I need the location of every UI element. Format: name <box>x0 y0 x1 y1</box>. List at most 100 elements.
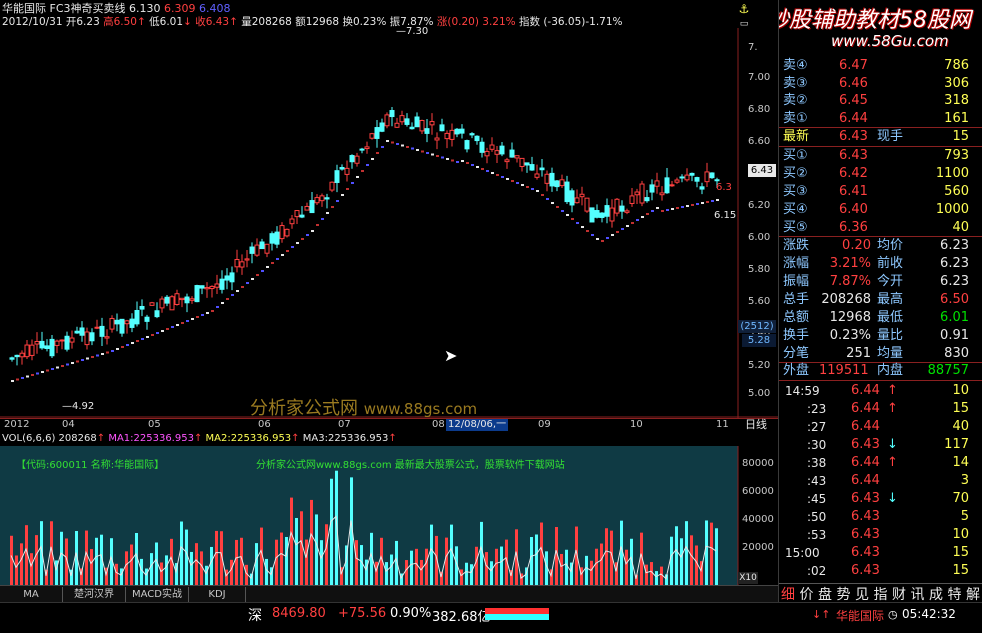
market-change: +75.56 <box>338 606 387 621</box>
tick-time: :30 <box>807 438 827 452</box>
ask-volume: 318 <box>944 93 969 108</box>
tab-kdj[interactable]: KDJ <box>189 587 246 602</box>
outer-label: 外盘 <box>783 363 810 378</box>
tick-price: 6.43 <box>851 545 880 560</box>
arrow-down-icon: ↓ <box>887 437 898 452</box>
stat-label: 量比 <box>877 328 904 343</box>
right-tab[interactable]: 成 <box>929 584 943 604</box>
stat-value: 251 <box>846 346 871 361</box>
anchor-icon[interactable]: ⚓ <box>736 2 752 16</box>
right-tab[interactable]: 细 <box>781 584 795 604</box>
volume-axis-label: 20000 <box>742 542 774 553</box>
watermark-site: 分析家公式网 <box>250 398 358 419</box>
market-index: 8469.80 <box>272 606 326 621</box>
right-tab[interactable]: 财 <box>892 584 906 604</box>
bid-row: 买④ 6.40 1000 <box>779 201 982 219</box>
period-label[interactable]: 日线 <box>745 419 767 431</box>
right-tab[interactable]: 解 <box>966 584 980 604</box>
quote-info-line: 2012/10/31 开6.23 高6.50↑ 低6.01↓ 收6.43↑ 量2… <box>2 16 623 28</box>
tick-price: 6.43 <box>851 563 880 578</box>
time-axis-label: 10 <box>630 419 643 430</box>
status-time: 05:42:32 <box>902 607 956 621</box>
info-index-pct: -1.71% <box>585 16 623 28</box>
right-tab[interactable]: 价 <box>800 584 814 604</box>
right-tabs: 细价盘势见指财讯成特解 <box>779 583 982 604</box>
mouse-pointer-icon: ➤ <box>444 346 458 365</box>
tick-price: 6.43 <box>851 509 880 524</box>
tick-price: 6.44 <box>851 455 880 470</box>
bid-volume: 793 <box>944 148 969 163</box>
stat-value: 0.20 <box>842 238 871 253</box>
tick-row: 15:00 6.43 15 <box>779 544 982 562</box>
tick-time: :27 <box>807 420 827 434</box>
stat-value: 830 <box>944 346 969 361</box>
right-tab[interactable]: 讯 <box>911 584 925 604</box>
ask-price: 6.45 <box>839 93 868 108</box>
status-bar: 深 8469.80 +75.56 0.90% 382.68亿 ↓↑ 华能国际 ◷… <box>0 602 982 633</box>
price-axis-label: 5.80 <box>748 264 771 275</box>
ask-price: 6.44 <box>839 110 868 126</box>
ad-banner[interactable]: 炒股辅助教材58股网 www.58Gu.com <box>779 0 982 56</box>
price-axis-label: 6.00 <box>748 232 771 243</box>
stat-value: 7.87% <box>829 274 871 289</box>
status-stock[interactable]: 华能国际 <box>836 607 884 624</box>
tick-volume: 15 <box>952 401 969 416</box>
high-annotation: —7.30 <box>396 26 429 37</box>
stat-label: 换手 <box>783 328 810 343</box>
tick-row: :50 6.43 5 <box>779 508 982 526</box>
info-index: (-36.05) <box>543 16 586 28</box>
bid-price: 6.40 <box>839 202 868 217</box>
market-amount: 382.68亿 <box>432 610 491 625</box>
market-bar-down <box>485 614 549 620</box>
right-tab[interactable]: 特 <box>948 584 962 604</box>
volume-header: VOL(6,6,6) 208268↑ MA1:225336.953↑ MA2:2… <box>2 433 397 444</box>
bid-label: 买④ <box>783 202 808 217</box>
price-axis-label: 7.00 <box>748 72 771 83</box>
info-change-pct: 3.21% <box>482 16 516 28</box>
outer-value: 119511 <box>819 363 869 378</box>
info-close-label: 收 <box>195 16 206 28</box>
price-axis-label: 6.20 <box>748 200 771 211</box>
mid-price-tag: 5.28 <box>742 334 776 347</box>
right-tab[interactable]: 指 <box>874 584 888 604</box>
info-turnover: 0.23% <box>352 16 387 28</box>
tick-volume: 10 <box>952 383 969 398</box>
right-annotation-2: 6.15 <box>714 210 737 221</box>
tick-row: :38 6.44 ↑ 14 <box>779 454 982 472</box>
banner-title: 炒股辅助教材58股网 <box>779 8 971 33</box>
right-tab[interactable]: 盘 <box>818 584 832 604</box>
tab-chuhe[interactable]: 楚河汉界 <box>63 587 126 602</box>
stat-label: 今开 <box>877 274 904 289</box>
hand-value: 15 <box>952 129 969 144</box>
right-tab[interactable]: 势 <box>837 584 851 604</box>
tick-row: 14:59 6.44 ↑ 10 <box>779 382 982 400</box>
stat-label: 涨幅 <box>783 256 810 271</box>
stat-row: 涨跌 0.20 均价 6.23 <box>779 237 982 255</box>
price-axis-label: 7. <box>748 42 758 53</box>
info-date: 2012/10/31 <box>2 16 63 28</box>
bid-volume: 1100 <box>935 166 969 181</box>
tick-price: 6.44 <box>851 473 880 488</box>
bid-label: 买⑤ <box>783 220 808 235</box>
bid-volume: 560 <box>944 184 969 199</box>
stat-row: 涨幅 3.21% 前收 6.23 <box>779 255 982 273</box>
stat-label: 振幅 <box>783 274 810 289</box>
tick-time: :02 <box>807 564 827 578</box>
tab-macd[interactable]: MACD实战 <box>126 587 189 602</box>
volume-axis-label: 40000 <box>742 514 774 525</box>
right-tab[interactable]: 见 <box>855 584 869 604</box>
info-vol-label: 量 <box>241 16 252 28</box>
info-high-label: 高 <box>103 16 114 28</box>
stat-label: 最低 <box>877 310 904 325</box>
time-axis: 2012 04 05 06 07 08 09 10 11 12/08/06,一 日线 <box>0 418 778 432</box>
watermark: 分析家公式网 www.88gs.com <box>250 394 477 420</box>
tick-volume: 117 <box>944 437 969 452</box>
kline-chart-area[interactable]: 华能国际 FC3神奇买卖线 6.130 6.309 6.408 2012/10/… <box>0 0 778 585</box>
time-axis-label: 09 <box>538 419 551 430</box>
ask-label: 卖④ <box>783 58 808 73</box>
tick-price: 6.44 <box>851 419 880 434</box>
info-change-label: 涨 <box>436 16 448 28</box>
ask-row: 卖② 6.45 318 <box>779 92 982 110</box>
info-turnover-label: 换 <box>342 16 353 28</box>
tab-ma[interactable]: MA <box>0 587 63 602</box>
